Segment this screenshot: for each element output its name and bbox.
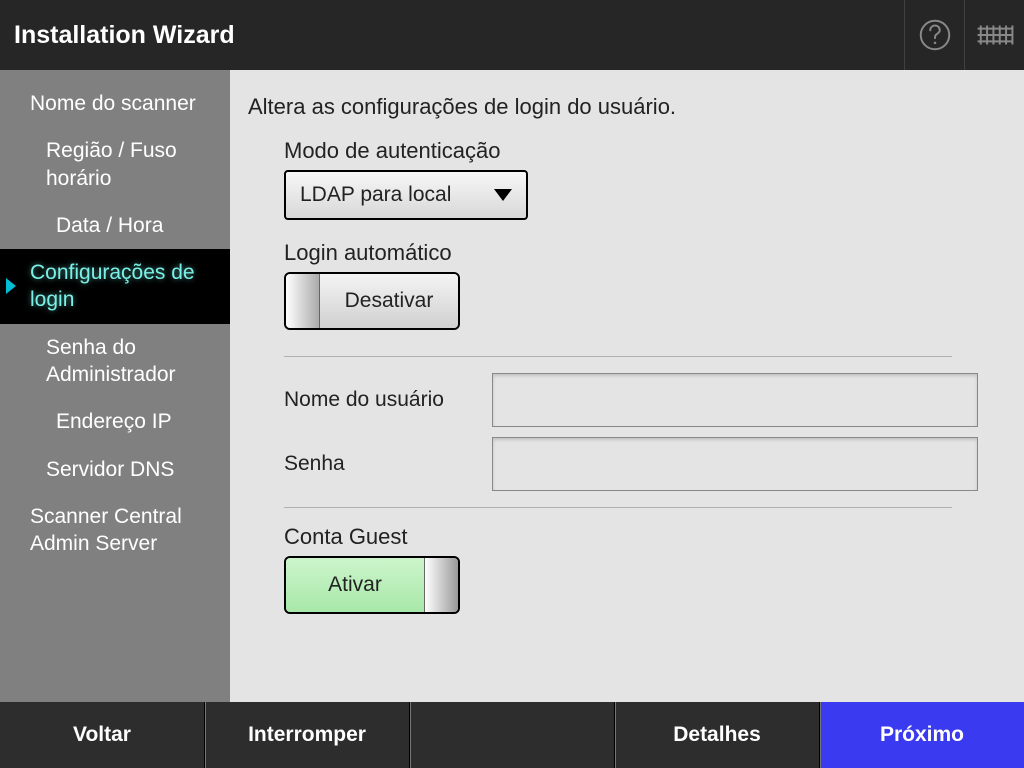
sidebar-item-region-timezone[interactable]: Região / Fuso horário [0,127,230,202]
page-description: Altera as configurações de login do usuá… [248,94,988,120]
auth-mode-group: Modo de autenticação LDAP para local [284,138,988,220]
interrupt-button[interactable]: Interromper [204,702,409,768]
username-label: Nome do usuário [284,388,492,412]
sidebar-item-dns-server[interactable]: Servidor DNS [0,446,230,493]
content-area: Nome do scanner Região / Fuso horário Da… [0,70,1024,702]
bottom-spacer [409,702,614,768]
guest-account-toggle[interactable]: Ativar [284,556,460,614]
header: Installation Wizard [0,0,1024,70]
guest-account-label: Conta Guest [284,524,988,550]
password-label: Senha [284,452,492,476]
main-panel: Altera as configurações de login do usuá… [230,70,1024,702]
divider [284,356,952,357]
auto-login-toggle[interactable]: Desativar [284,272,460,330]
next-button[interactable]: Próximo [819,702,1024,768]
username-input[interactable] [492,373,978,427]
header-icons [904,0,1024,70]
credentials-form: Nome do usuário Senha [284,373,978,501]
sidebar-item-admin-password[interactable]: Senha do Administrador [0,324,230,399]
details-button[interactable]: Detalhes [614,702,819,768]
auto-login-label: Login automático [284,240,988,266]
toggle-knob [424,558,458,612]
sidebar-item-central-admin[interactable]: Scanner Central Admin Server [0,493,230,568]
auto-login-state: Desativar [320,274,458,328]
sidebar: Nome do scanner Região / Fuso horário Da… [0,70,230,702]
chevron-down-icon [494,189,512,201]
app-title: Installation Wizard [14,21,235,50]
bottom-bar: Voltar Interromper Detalhes Próximo [0,702,1024,768]
auth-mode-label: Modo de autenticação [284,138,988,164]
sidebar-item-scanner-name[interactable]: Nome do scanner [0,80,230,127]
guest-account-group: Conta Guest Ativar [284,524,988,614]
back-button[interactable]: Voltar [0,702,204,768]
guest-account-state: Ativar [286,558,424,612]
auth-mode-value: LDAP para local [300,183,451,207]
username-row: Nome do usuário [284,373,978,427]
password-input[interactable] [492,437,978,491]
sidebar-item-login-settings[interactable]: Configurações de login [0,249,230,324]
auth-mode-dropdown[interactable]: LDAP para local [284,170,528,220]
sidebar-item-ip-address[interactable]: Endereço IP [0,398,230,445]
help-icon[interactable] [904,0,964,70]
keyboard-icon[interactable] [964,0,1024,70]
toggle-knob [286,274,320,328]
divider [284,507,952,508]
password-row: Senha [284,437,978,491]
auto-login-group: Login automático Desativar [284,240,988,330]
sidebar-item-date-time[interactable]: Data / Hora [0,202,230,249]
